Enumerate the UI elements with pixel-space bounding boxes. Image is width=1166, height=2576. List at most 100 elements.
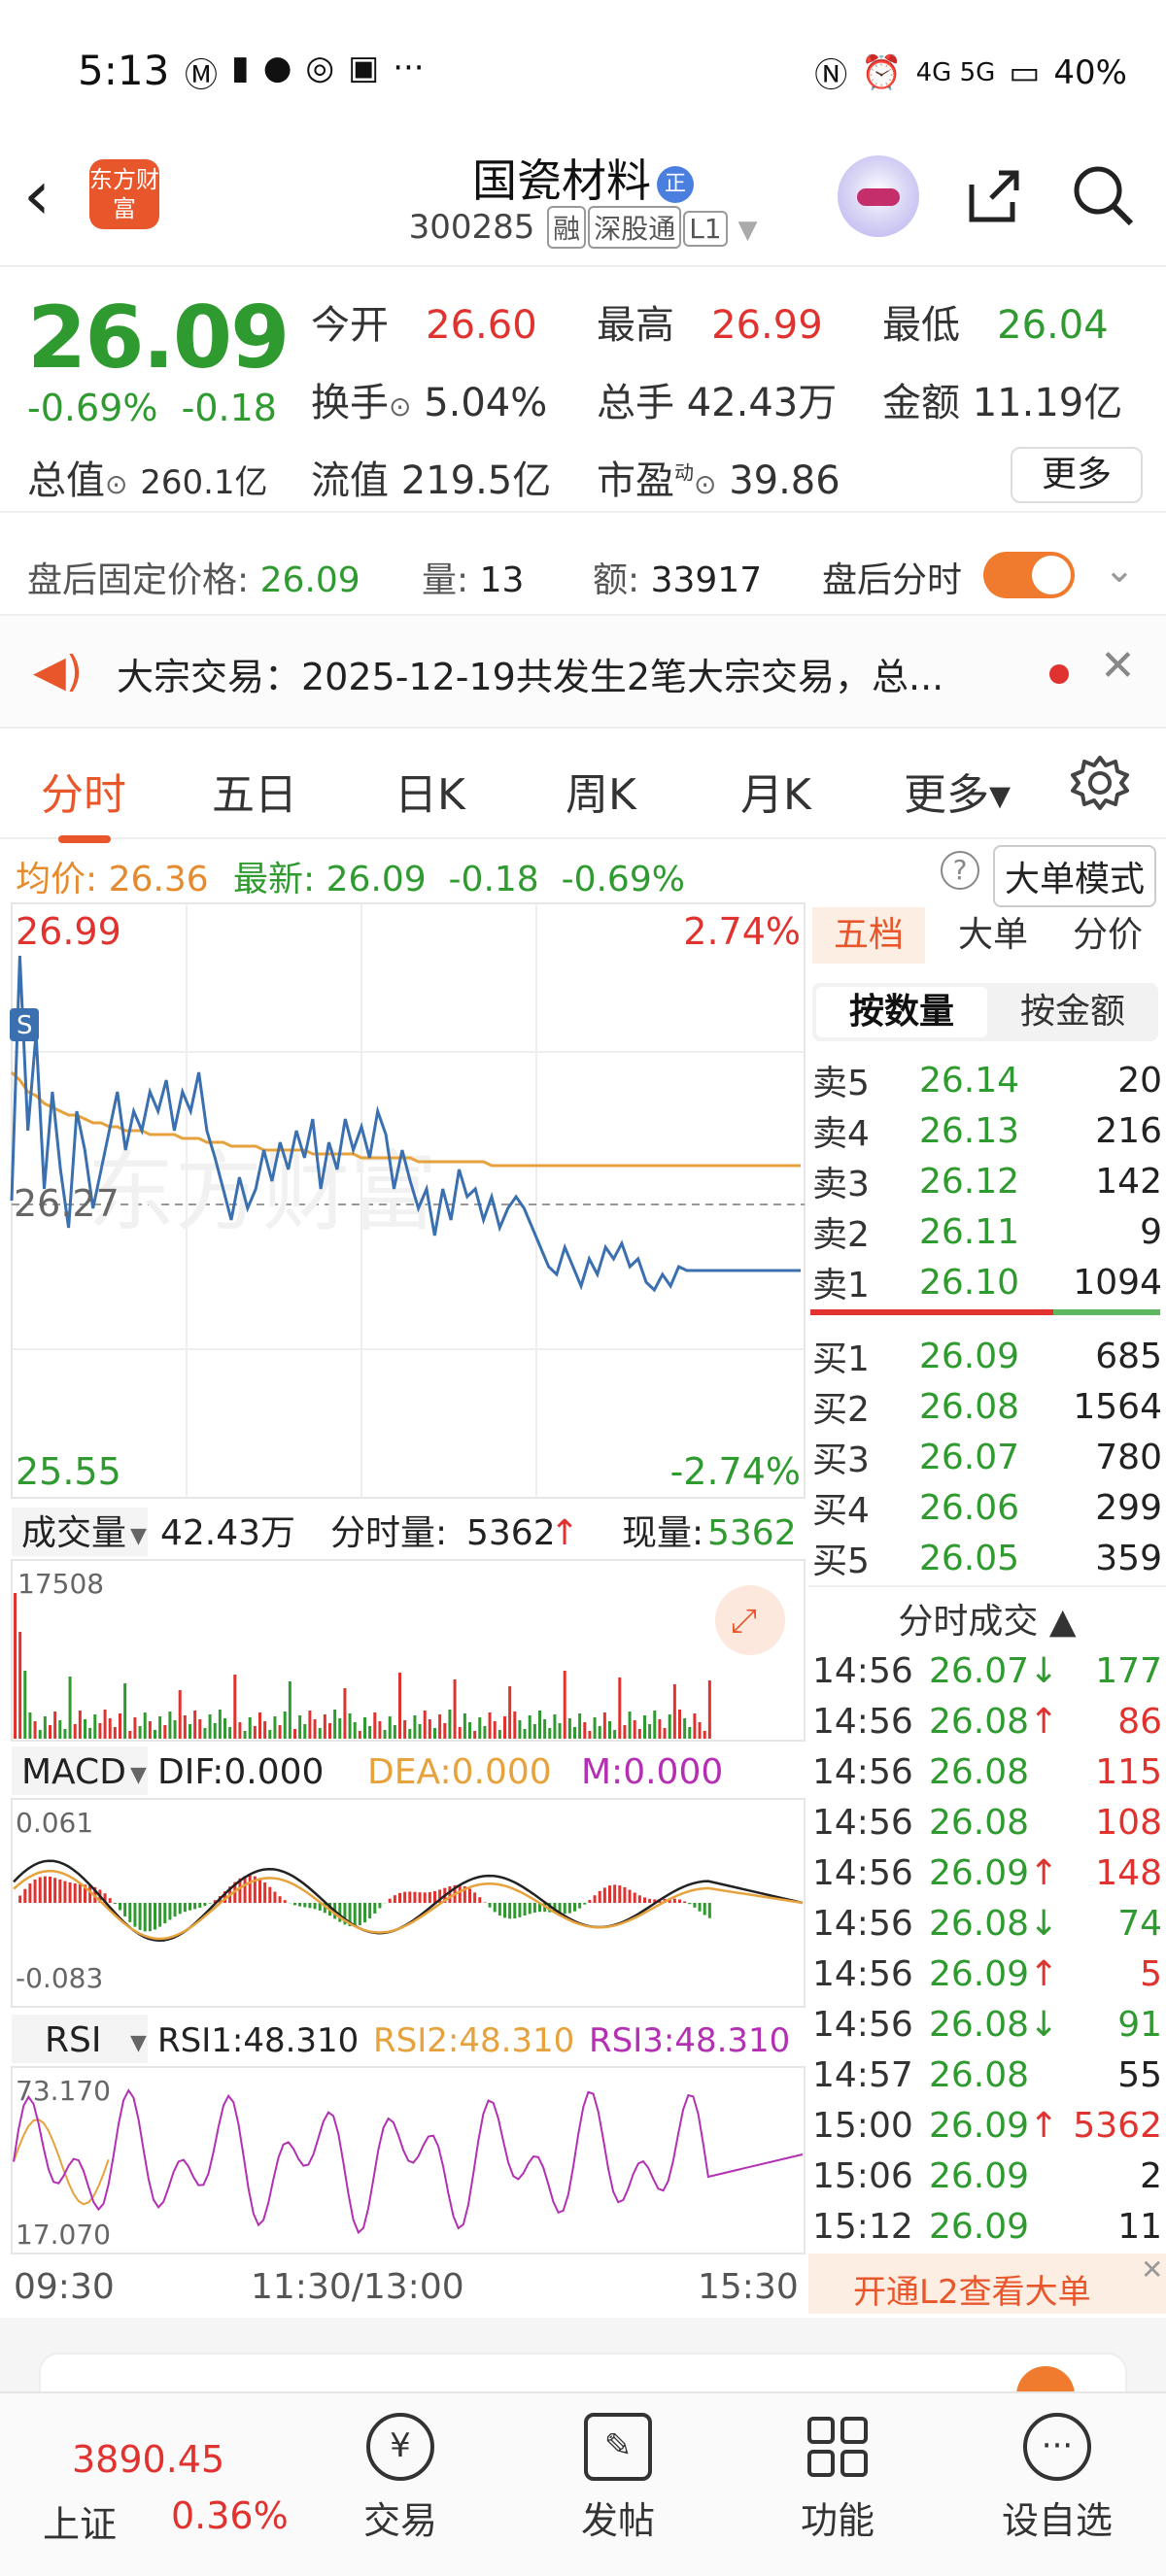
high-field: 最高 26.99 (597, 293, 823, 350)
mktcap-field[interactable]: 总值⊙ 260.1亿 (27, 449, 268, 505)
after-hours-toggle[interactable] (983, 552, 1075, 598)
level-label: 卖1 (812, 1266, 870, 1305)
volume-bar (623, 1725, 627, 1739)
macd-bar (128, 1903, 132, 1922)
turnover-value: 5.04% (424, 381, 548, 425)
volume-bar (93, 1714, 97, 1739)
buy-level-row[interactable]: 买1 26.09 685 (812, 1331, 1162, 1381)
nav-trade[interactable]: ¥ 交易 (323, 2413, 478, 2544)
tab-five-level[interactable]: 五档 (812, 907, 925, 964)
tick-price-value: 26.09 (929, 2206, 1030, 2247)
search-icon[interactable] (1069, 161, 1137, 233)
sell-level-row[interactable]: 卖1 26.10 1094 (812, 1257, 1162, 1307)
assistant-avatar[interactable] (838, 155, 919, 237)
tab-daily-k[interactable]: 日K (394, 760, 465, 822)
help-icon[interactable]: ? (941, 851, 979, 890)
sell-level-row[interactable]: 卖3 26.12 142 (812, 1156, 1162, 1206)
volume-bar (578, 1713, 582, 1739)
by-quantity-button[interactable]: 按数量 (816, 987, 987, 1037)
nav-watchlist[interactable]: ··· 设自选 (979, 2413, 1135, 2544)
tick-arrow: ↓ (1029, 1903, 1059, 1944)
volume-bar (193, 1711, 197, 1739)
turnover-field[interactable]: 换手⊙ 5.04% (311, 371, 547, 427)
sell-level-row[interactable]: 卖2 26.11 9 (812, 1206, 1162, 1257)
nav-functions[interactable]: 功能 (760, 2413, 915, 2544)
buy-level-row[interactable]: 买2 26.08 1564 (812, 1381, 1162, 1432)
macd-bar (633, 1892, 636, 1903)
close-icon[interactable]: ✕ (1141, 2254, 1163, 2286)
close-icon[interactable]: ✕ (1100, 641, 1136, 691)
volume-bar (478, 1717, 482, 1739)
tick-price: 26.08 (929, 1803, 1055, 1843)
tick-volume: 148 (1095, 1852, 1162, 1893)
macd-bar (672, 1898, 676, 1903)
volume-label[interactable]: 成交量 (21, 1513, 126, 1553)
tab-price-dist[interactable]: 分价 (1059, 907, 1156, 964)
ad-strip[interactable] (0, 2318, 1166, 2411)
tick-price-value: 26.08 (929, 1751, 1030, 1792)
tab-weekly-k[interactable]: 周K (566, 760, 636, 822)
tab-big-order[interactable]: 大单 (944, 907, 1042, 964)
time-start: 09:30 (14, 2267, 115, 2307)
buy-level-row[interactable]: 买3 26.07 780 (812, 1432, 1162, 1482)
minute-vol-arrow: ↑ (550, 1513, 579, 1553)
buy-level-row[interactable]: 买5 26.05 359 (812, 1533, 1162, 1583)
pe-field[interactable]: 市盈动⊙ 39.86 (597, 449, 840, 505)
intraday-chart[interactable]: 东方财富 26.99 26.27 25.55 2.74% -2.74% S 成交… (10, 901, 806, 2300)
dropdown-icon[interactable]: ▼ (130, 1763, 147, 1787)
sell-level-row[interactable]: 卖5 26.14 20 (812, 1055, 1162, 1105)
price-min-label: 25.55 (16, 1450, 121, 1493)
block-trade-notice[interactable]: ◀) 大宗交易：2025-12-19共发生2笔大宗交易，总... ✕ (0, 614, 1166, 729)
volume-bar (113, 1727, 117, 1739)
chevron-down-icon[interactable]: ⌄ (1104, 548, 1135, 591)
buy-level-row[interactable]: 买4 26.06 299 (812, 1482, 1162, 1533)
battery-icon: ▭ (1009, 52, 1041, 92)
minute-vol-value: 5362 (466, 1513, 556, 1553)
dropdown-icon[interactable]: ▼ (130, 2031, 147, 2055)
tick-arrow: ↓ (1029, 2004, 1059, 2045)
macd-bar (503, 1903, 506, 1918)
level-price: 26.12 (919, 1161, 1020, 1202)
rsi-label[interactable]: RSI (45, 2020, 101, 2060)
volume-bar (698, 1722, 702, 1739)
volume-bar (663, 1728, 667, 1739)
more-button[interactable]: 更多 (1011, 447, 1143, 503)
macd-min-label: -0.083 (16, 1962, 103, 1994)
pct-min-label: -2.74% (670, 1450, 801, 1493)
macd-label[interactable]: MACD (21, 1752, 126, 1792)
macd-bar (683, 1901, 687, 1903)
nav-post[interactable]: ✎ 发帖 (540, 2413, 696, 2544)
tab-intraday[interactable]: 分时 (41, 760, 126, 843)
volume-bar (28, 1712, 32, 1739)
tab-more[interactable]: 更多▾ (904, 760, 1011, 822)
tick-price: 26.09↑ (929, 1954, 1058, 1994)
ticks-title[interactable]: 分时成交 ▲ (808, 1593, 1166, 1644)
tab-monthly-k[interactable]: 月K (740, 760, 811, 822)
level-volume: 142 (1095, 1161, 1162, 1202)
volume-bar (408, 1729, 412, 1739)
volume-bar (538, 1711, 541, 1739)
volume-bar (443, 1723, 447, 1739)
macd-bar (388, 1898, 392, 1903)
open-label: 今开 (311, 303, 389, 348)
system-icons: Ⓝ ⏰ 4G 5G ▭ 40% (814, 49, 1127, 96)
macd-bar (508, 1903, 512, 1919)
sell-level-row[interactable]: 卖4 26.13 216 (812, 1105, 1162, 1156)
macd-bar (23, 1888, 27, 1903)
l2-upgrade-banner[interactable]: 开通L2查看大单 ✕ (808, 2254, 1166, 2314)
share-icon[interactable] (962, 165, 1024, 242)
tab-five-day[interactable]: 五日 (212, 760, 297, 822)
dea-line (13, 1869, 804, 1941)
avg-value: 26.36 (108, 860, 209, 899)
nav-post-label: 发帖 (580, 2499, 655, 2542)
settings-gear-icon[interactable] (1069, 752, 1131, 825)
index-widget[interactable]: 3890.45 上证 0.36% (0, 2393, 321, 2576)
big-order-mode-button[interactable]: 大单模式 (993, 845, 1157, 907)
volume-bar (128, 1731, 132, 1739)
dropdown-icon[interactable]: ▼ (737, 216, 757, 245)
macd-max-label: 0.061 (16, 1807, 93, 1839)
dropdown-icon[interactable]: ▼ (130, 1524, 147, 1548)
macd-bar (398, 1892, 401, 1903)
by-amount-button[interactable]: 按金额 (987, 987, 1158, 1037)
volume-bar (183, 1715, 187, 1739)
